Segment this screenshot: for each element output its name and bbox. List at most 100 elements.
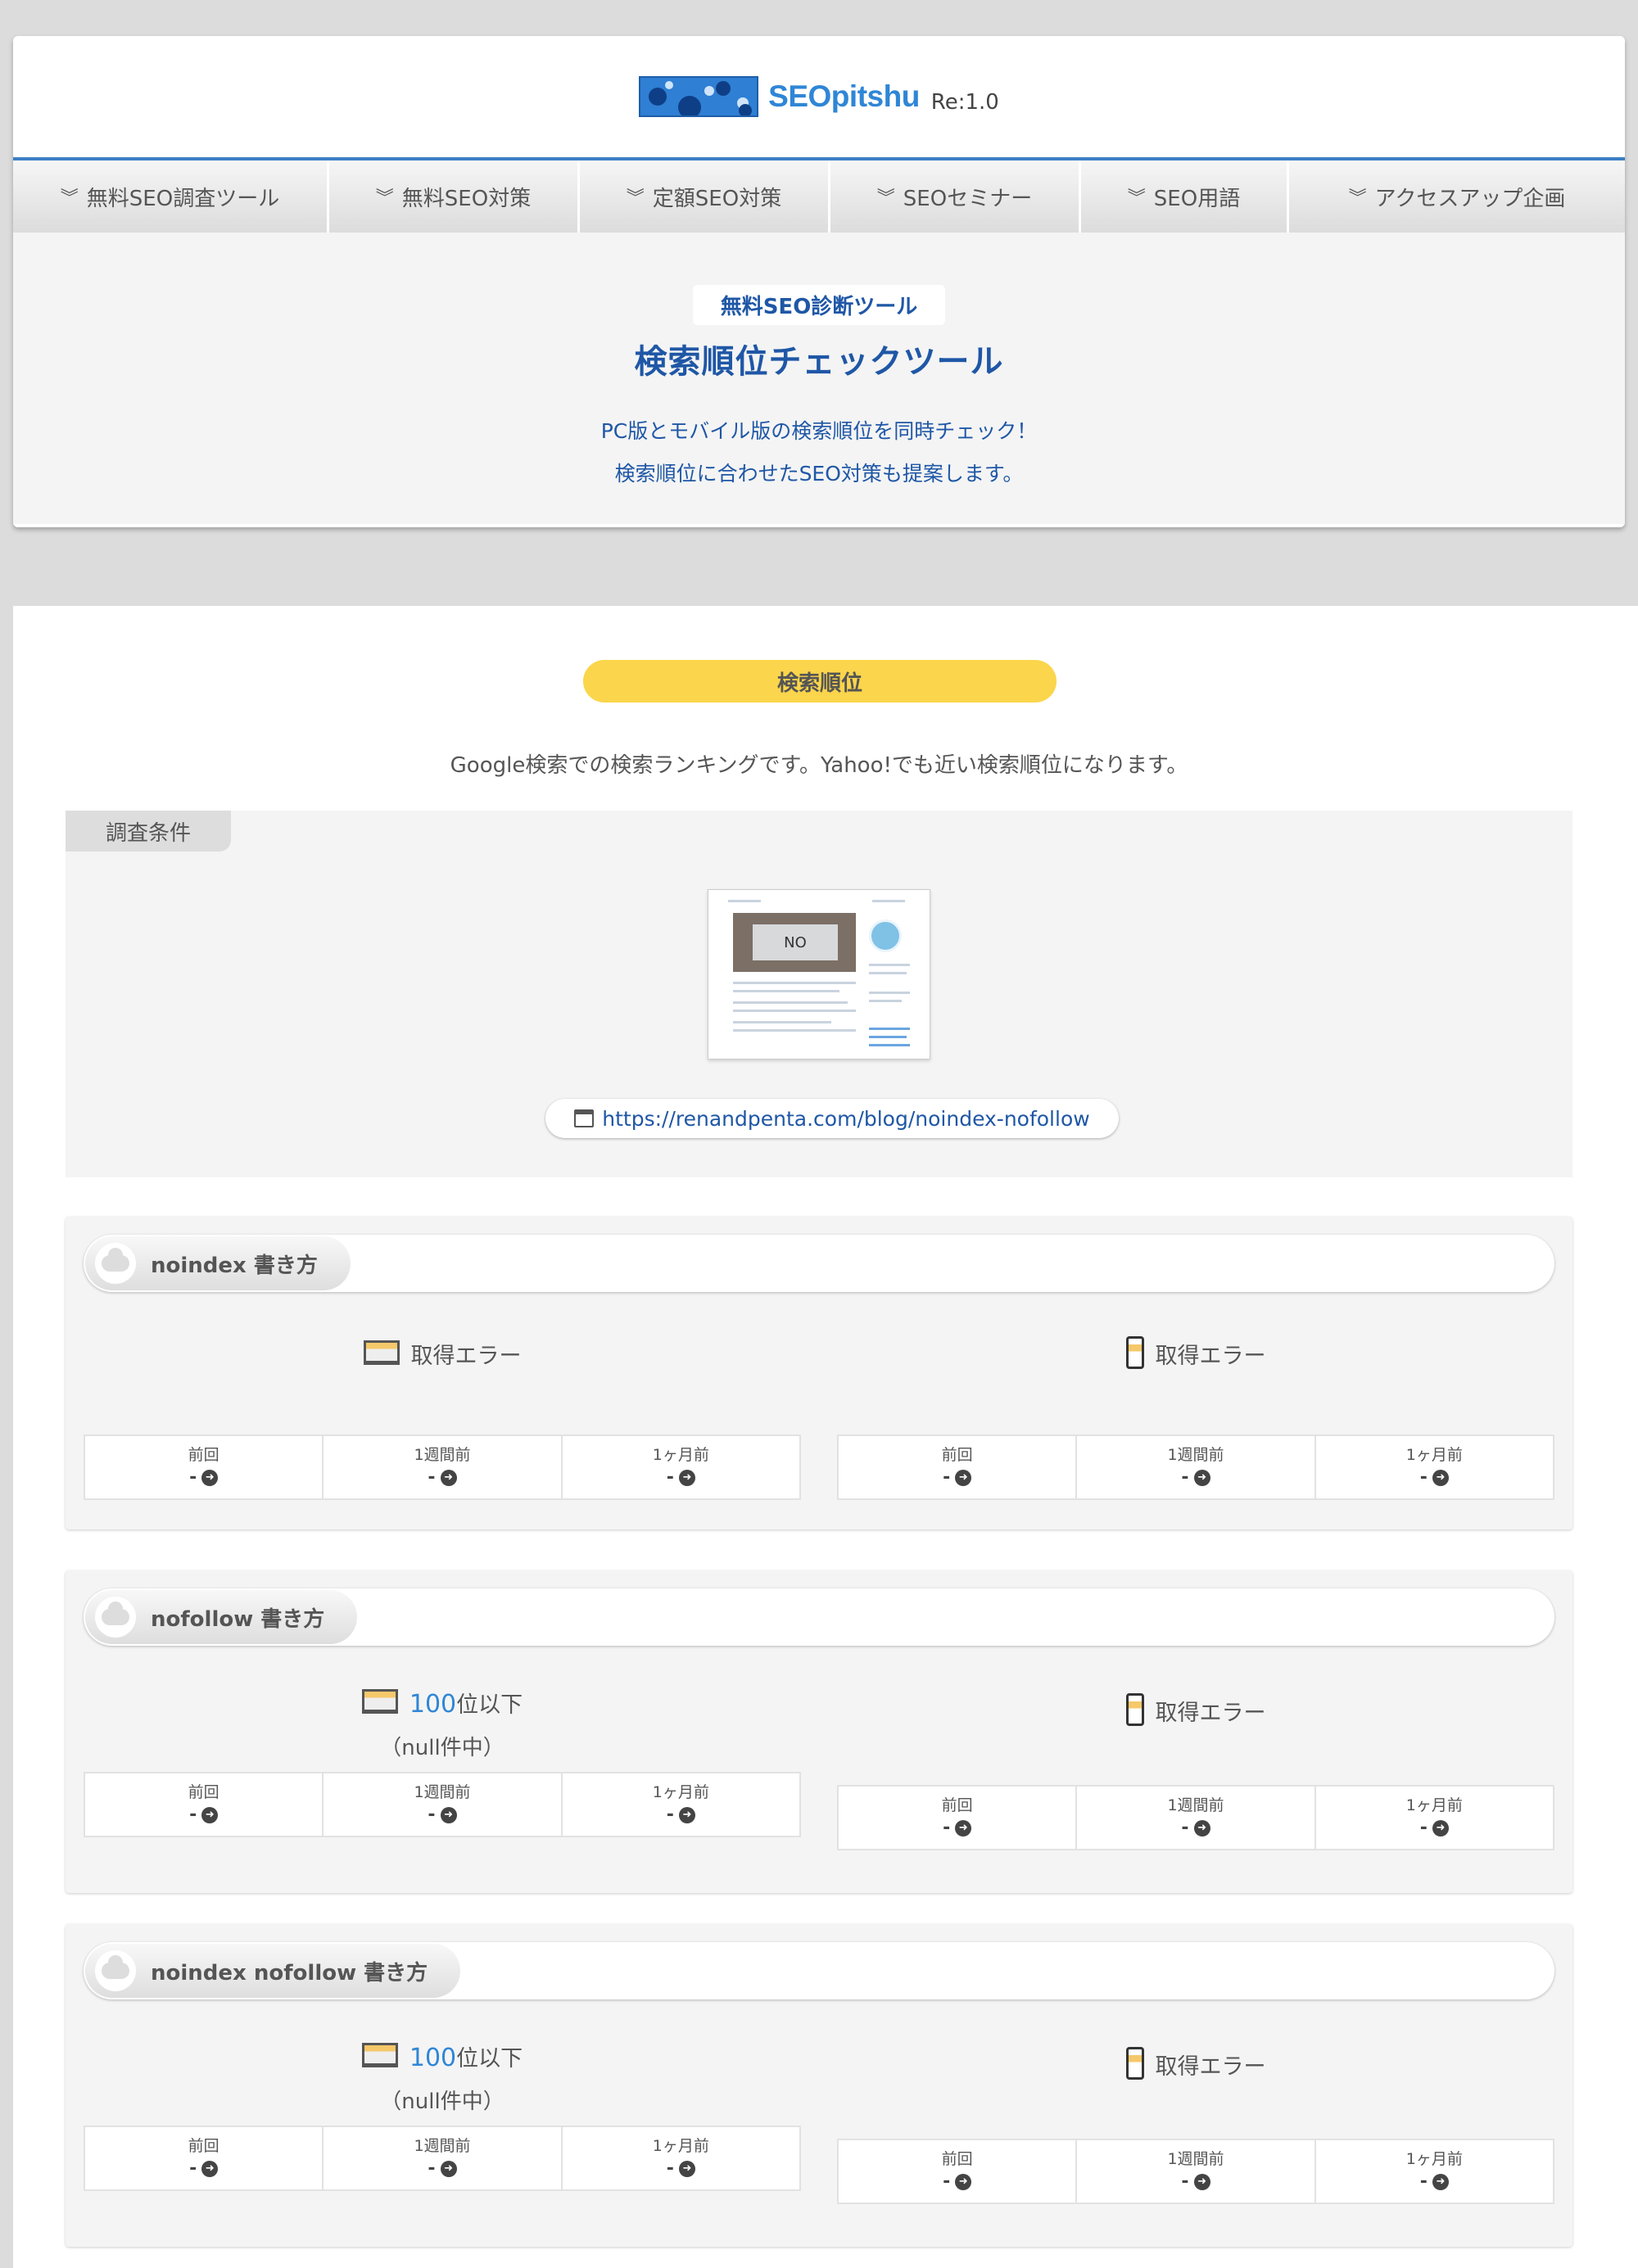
arrow-right-circle-icon[interactable]: ➜ bbox=[201, 1470, 219, 1486]
arrow-right-circle-icon[interactable]: ➜ bbox=[440, 2161, 457, 2177]
history-value: - bbox=[1419, 1818, 1428, 1838]
target-url-link[interactable]: https://renandpenta.com/blog/noindex-nof… bbox=[545, 1099, 1119, 1138]
logo-image[interactable] bbox=[639, 76, 759, 117]
arrow-right-circle-icon[interactable]: ➜ bbox=[1432, 1820, 1449, 1837]
intro-text: Google検索での検索ランキングです。Yahoo!でも近い検索順位になります。 bbox=[450, 753, 1188, 778]
arrow-right-circle-icon[interactable]: ➜ bbox=[440, 1470, 457, 1486]
history-cell-month: 1ヶ月前 - ➜ bbox=[560, 2126, 801, 2191]
history-value: - bbox=[189, 2158, 197, 2179]
history-cell-week: 1週間前 - ➜ bbox=[322, 1772, 561, 1837]
logo-row: SEOpitshu Re:1.0 bbox=[13, 36, 1625, 160]
keyword-bar: noindex nofollow 書き方 bbox=[84, 1942, 1554, 1999]
smartphone-icon bbox=[1125, 1335, 1144, 1369]
history-cell-month: 1ヶ月前 - ➜ bbox=[1314, 2139, 1554, 2204]
nav-item-label: SEO用語 bbox=[1153, 186, 1241, 211]
hero-desc-line1: PC版とモバイル版の検索順位を同時チェック！ bbox=[600, 419, 1038, 443]
page-thumbnail[interactable]: NO bbox=[708, 889, 930, 1059]
history-label: 1週間前 bbox=[1167, 1796, 1224, 1814]
history-value: - bbox=[428, 2158, 436, 2179]
arrow-right-circle-icon[interactable]: ➜ bbox=[201, 2161, 219, 2177]
arrow-right-circle-icon[interactable]: ➜ bbox=[1193, 1820, 1210, 1837]
history-cell-prev: 前回 - ➜ bbox=[837, 2139, 1076, 2204]
history-value: - bbox=[189, 1805, 197, 1825]
double-chevron-down-icon: ︾ bbox=[60, 188, 79, 209]
history-cell-prev: 前回 - ➜ bbox=[837, 1785, 1076, 1850]
nav-item-access-up[interactable]: ︾ アクセスアップ企画 bbox=[1289, 160, 1625, 233]
mobile-result: 取得エラー 前回 - ➜ 1週間前 - ➜ 1ヶ月前 - ➜ bbox=[837, 1999, 1554, 2237]
avatar bbox=[869, 919, 902, 952]
nav-item-free-seo[interactable]: ︾ 無料SEO対策 bbox=[329, 160, 580, 233]
main-content: 検索順位 Google検索での検索ランキングです。Yahoo!でも近い検索順位に… bbox=[13, 606, 1638, 2268]
history-label: 1ヶ月前 bbox=[652, 1446, 709, 1464]
history-label: 前回 bbox=[941, 2150, 973, 2168]
nav-item-fixed-seo[interactable]: ︾ 定額SEO対策 bbox=[580, 160, 830, 233]
hero-description: PC版とモバイル版の検索順位を同時チェック！ 検索順位に合わせたSEO対策も提案… bbox=[13, 410, 1625, 495]
desktop-monitor-icon bbox=[363, 1340, 400, 1365]
window-icon bbox=[574, 1109, 595, 1127]
mobile-status: 取得エラー bbox=[837, 1692, 1554, 1731]
keyword-text: noindex nofollow 書き方 bbox=[151, 1960, 428, 1986]
nav-item-free-seo-tools[interactable]: ︾ 無料SEO調査ツール bbox=[13, 160, 329, 233]
history-label: 1週間前 bbox=[1167, 1446, 1224, 1464]
history-value: - bbox=[1181, 2171, 1189, 2192]
double-chevron-down-icon: ︾ bbox=[1127, 188, 1146, 209]
arrow-right-circle-icon[interactable]: ➜ bbox=[955, 1470, 972, 1486]
cloud-download-icon bbox=[95, 1243, 136, 1284]
mobile-history: 前回 - ➜ 1週間前 - ➜ 1ヶ月前 - ➜ bbox=[837, 1434, 1554, 1500]
mobile-history: 前回 - ➜ 1週間前 - ➜ 1ヶ月前 - ➜ bbox=[837, 2139, 1554, 2204]
keyword-text: noindex 書き方 bbox=[151, 1253, 318, 1278]
pc-history: 前回 - ➜ 1週間前 - ➜ 1ヶ月前 - ➜ bbox=[84, 1772, 801, 1837]
keyword-bar: nofollow 書き方 bbox=[84, 1588, 1554, 1646]
pc-rank: 100 bbox=[409, 1690, 457, 1719]
history-cell-week: 1週間前 - ➜ bbox=[1075, 1785, 1314, 1850]
arrow-right-circle-icon[interactable]: ➜ bbox=[955, 2174, 972, 2190]
arrow-right-circle-icon[interactable]: ➜ bbox=[678, 2161, 695, 2177]
history-value: - bbox=[666, 1805, 674, 1825]
history-value: - bbox=[943, 1818, 951, 1838]
arrow-right-circle-icon[interactable]: ➜ bbox=[678, 1807, 695, 1823]
desktop-monitor-icon bbox=[361, 2042, 398, 2067]
arrow-right-circle-icon[interactable]: ➜ bbox=[955, 1820, 972, 1837]
nav-item-label: SEOセミナー bbox=[903, 186, 1033, 211]
mobile-status-text: 取得エラー bbox=[1155, 1344, 1266, 1369]
arrow-right-circle-icon[interactable]: ➜ bbox=[1193, 2174, 1210, 2190]
history-value: - bbox=[666, 1467, 674, 1488]
nav-item-seo-seminar[interactable]: ︾ SEOセミナー bbox=[830, 160, 1081, 233]
keyword-label: nofollow 書き方 bbox=[85, 1590, 358, 1644]
hero-badge: 無料SEO診断ツール bbox=[692, 285, 946, 325]
pc-rank-suffix: 位以下 bbox=[456, 1692, 523, 1718]
history-label: 1週間前 bbox=[414, 2137, 471, 2155]
keyword-bar: noindex 書き方 bbox=[84, 1235, 1554, 1292]
history-value: - bbox=[943, 1467, 951, 1488]
history-value: - bbox=[943, 2171, 951, 2192]
arrow-right-circle-icon[interactable]: ➜ bbox=[1193, 1470, 1210, 1486]
history-cell-prev: 前回 - ➜ bbox=[84, 1434, 323, 1500]
arrow-right-circle-icon[interactable]: ➜ bbox=[1432, 2174, 1449, 2190]
logo-text[interactable]: SEOpitshu bbox=[768, 79, 920, 114]
nav-item-label: アクセスアップ企画 bbox=[1374, 186, 1566, 211]
double-chevron-down-icon: ︾ bbox=[375, 188, 394, 209]
arrow-right-circle-icon[interactable]: ➜ bbox=[201, 1807, 219, 1823]
nav-item-seo-glossary[interactable]: ︾ SEO用語 bbox=[1081, 160, 1289, 233]
mobile-result: 取得エラー 前回 - ➜ 1週間前 - ➜ 1ヶ月前 - ➜ bbox=[837, 1292, 1554, 1529]
history-label: 前回 bbox=[941, 1446, 973, 1464]
target-url: https://renandpenta.com/blog/noindex-nof… bbox=[602, 1106, 1090, 1131]
history-cell-week: 1週間前 - ➜ bbox=[1075, 1434, 1314, 1500]
smartphone-icon bbox=[1125, 2046, 1144, 2080]
arrow-right-circle-icon[interactable]: ➜ bbox=[1432, 1470, 1449, 1486]
keyword-text: nofollow 書き方 bbox=[151, 1606, 325, 1632]
history-cell-month: 1ヶ月前 - ➜ bbox=[1314, 1434, 1554, 1500]
history-label: 1週間前 bbox=[414, 1783, 471, 1801]
history-cell-month: 1ヶ月前 - ➜ bbox=[1314, 1785, 1554, 1850]
section-title: 検索順位 bbox=[583, 660, 1057, 703]
double-chevron-down-icon: ︾ bbox=[626, 188, 645, 209]
history-value: - bbox=[428, 1467, 436, 1488]
pc-status: 100位以下 bbox=[84, 2040, 801, 2072]
history-cell-prev: 前回 - ➜ bbox=[84, 2126, 323, 2191]
history-value: - bbox=[1419, 2171, 1428, 2192]
pc-history: 前回 - ➜ 1週間前 - ➜ 1ヶ月前 - ➜ bbox=[84, 2126, 801, 2191]
arrow-right-circle-icon[interactable]: ➜ bbox=[678, 1470, 695, 1486]
pc-status-text: 取得エラー bbox=[410, 1344, 522, 1369]
pc-rank: 100 bbox=[409, 2044, 457, 2072]
arrow-right-circle-icon[interactable]: ➜ bbox=[440, 1807, 457, 1823]
